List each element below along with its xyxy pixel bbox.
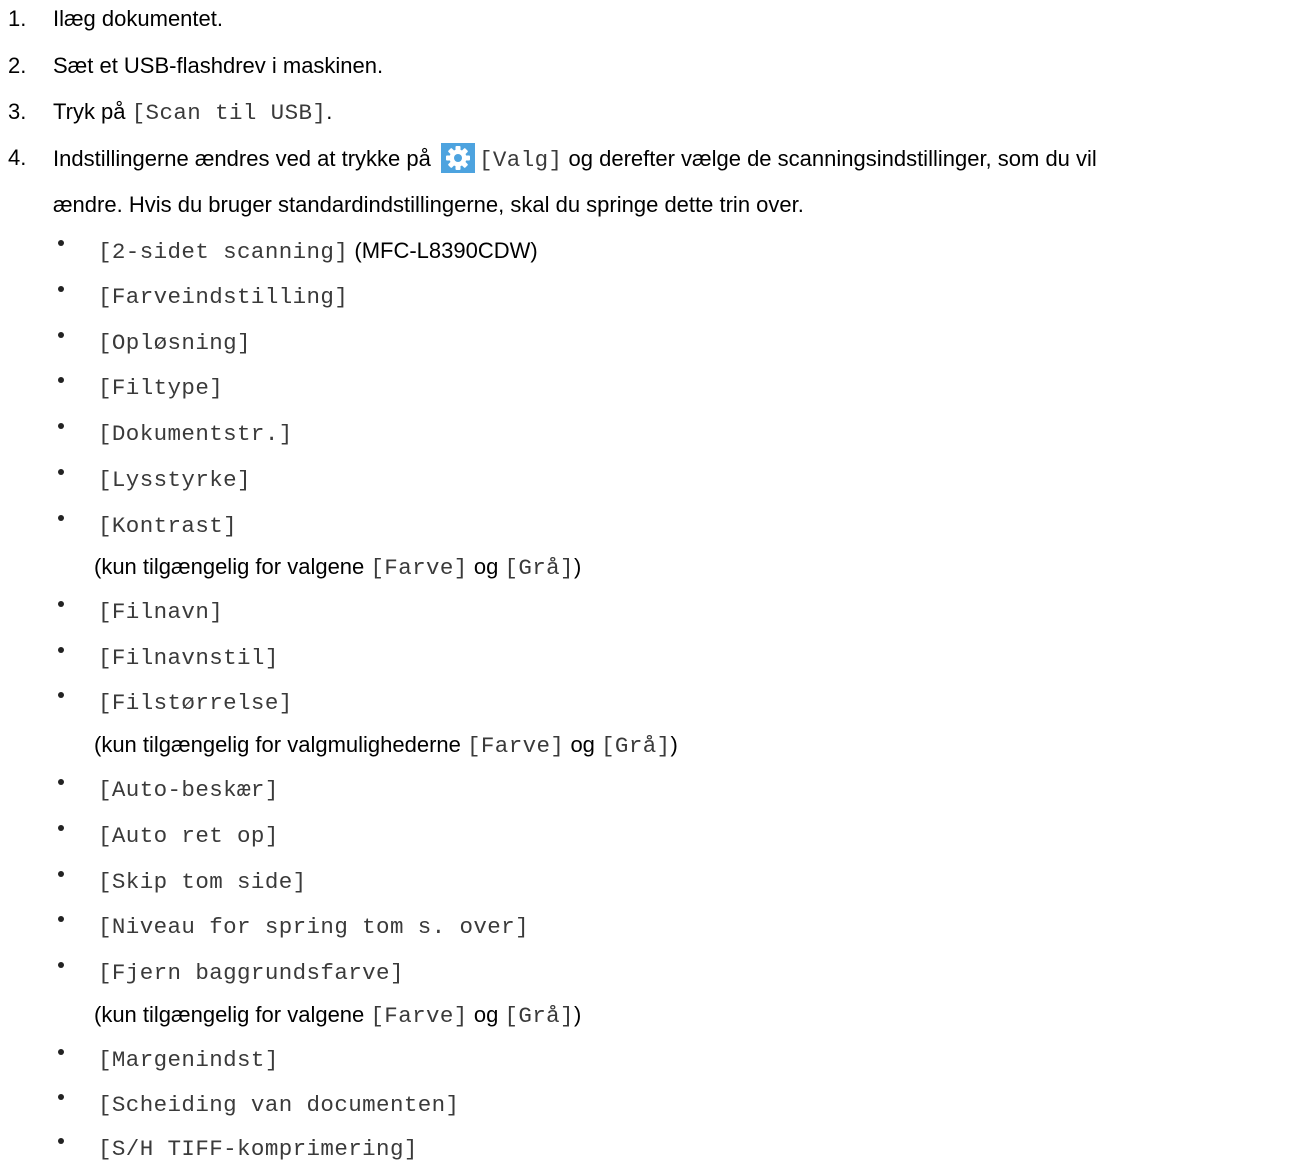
- note-code-gra: [Grå]: [601, 733, 671, 759]
- option-filnavn: [Filnavn]: [98, 599, 224, 625]
- option-skip-tom-side: [Skip tom side]: [98, 869, 307, 895]
- option-fjern-baggrundsfarve: [Fjern baggrundsfarve]: [98, 960, 404, 986]
- valg-label: [Valg]: [478, 147, 563, 173]
- bullet: [58, 962, 64, 968]
- bullet: [58, 825, 64, 831]
- option-filtype: [Filtype]: [98, 375, 224, 401]
- bullet: [58, 515, 64, 521]
- bullet: [58, 240, 64, 246]
- option-dokumentstr: [Dokumentstr.]: [98, 421, 293, 447]
- step-2-text: Sæt et USB-flashdrev i maskinen.: [53, 53, 384, 78]
- bullet: [58, 1049, 64, 1055]
- option-niveau-spring-tom: [Niveau for spring tom s. over]: [98, 914, 529, 940]
- note-code-farve: [Farve]: [370, 1003, 468, 1029]
- step-3-text: Tryk på [Scan til USB].: [53, 97, 332, 130]
- note-prefix: (kun tilgængelig for valgene: [94, 554, 371, 579]
- option-farveindstilling: [Farveindstilling]: [98, 284, 349, 310]
- step-4-line2: ændre. Hvis du bruger standardindstillin…: [53, 192, 804, 217]
- step-3-prefix: Tryk på: [53, 99, 132, 124]
- bullet: [58, 469, 64, 475]
- option-filstorrelse: [Filstørrelse]: [98, 690, 293, 716]
- bullet: [58, 332, 64, 338]
- bullet: [58, 1138, 64, 1144]
- step-4-text: Indstillingerne ændres ved at trykke på …: [53, 143, 1097, 177]
- option-scheiding-documenten: [Scheiding van documenten]: [98, 1092, 460, 1118]
- option-sh-tiff-komprimering: [S/H TIFF-komprimering]: [98, 1136, 418, 1162]
- bullet: [58, 692, 64, 698]
- bullet: [58, 423, 64, 429]
- step-4-number: 4.: [8, 145, 27, 170]
- step-3-suffix: .: [326, 99, 333, 124]
- option-lysstyrke: [Lysstyrke]: [98, 467, 251, 493]
- note-mid: og: [467, 1002, 505, 1027]
- note-suffix: ): [670, 732, 678, 757]
- note-code-farve: [Farve]: [370, 555, 468, 581]
- note-mid: og: [467, 554, 505, 579]
- option-2-sidet-scanning: [2-sidet scanning] (MFC-L8390CDW): [98, 236, 538, 269]
- kontrast-note: (kun tilgængelig for valgene [Farve] og …: [94, 552, 581, 585]
- step-2-number: 2.: [8, 53, 27, 78]
- step-3-number: 3.: [8, 99, 27, 124]
- option-filnavnstil: [Filnavnstil]: [98, 645, 279, 671]
- option-kontrast: [Kontrast]: [98, 513, 238, 539]
- option-auto-ret-op: [Auto ret op]: [98, 823, 279, 849]
- filstorrelse-note: (kun tilgængelig for valgmulighederne [F…: [94, 730, 678, 763]
- option-code: [2-sidet scanning]: [98, 239, 349, 265]
- step-4-suffix: og derefter vælge de scanningsindstillin…: [562, 146, 1097, 171]
- note-code-gra: [Grå]: [504, 1003, 574, 1029]
- bullet: [58, 647, 64, 653]
- option-oplosning: [Opløsning]: [98, 330, 251, 356]
- step-4-prefix: Indstillingerne ændres ved at trykke på: [53, 146, 437, 171]
- note-suffix: ): [573, 1002, 582, 1027]
- step-1-number: 1.: [8, 6, 27, 31]
- bullet: [58, 779, 64, 785]
- bullet: [58, 871, 64, 877]
- baggrund-note: (kun tilgængelig for valgene [Farve] og …: [94, 1000, 581, 1033]
- note-code-farve: [Farve]: [467, 733, 565, 759]
- option-suffix: (MFC-L8390CDW): [348, 238, 538, 263]
- bullet: [58, 916, 64, 922]
- bullet: [58, 377, 64, 383]
- note-code-gra: [Grå]: [504, 555, 574, 581]
- scan-to-usb-label: [Scan til USB]: [131, 100, 327, 126]
- bullet: [58, 286, 64, 292]
- bullet: [58, 601, 64, 607]
- note-suffix: ): [573, 554, 582, 579]
- note-mid: og: [564, 732, 602, 757]
- step-1-text: Ilæg dokumentet.: [53, 6, 223, 31]
- note-prefix: (kun tilgængelig for valgmulighederne: [94, 732, 467, 757]
- option-auto-beskaer: [Auto-beskær]: [98, 777, 279, 803]
- gear-icon: [440, 143, 475, 173]
- option-margenindst: [Margenindst]: [98, 1047, 279, 1073]
- bullet: [58, 1094, 64, 1100]
- note-prefix: (kun tilgængelig for valgene: [94, 1002, 371, 1027]
